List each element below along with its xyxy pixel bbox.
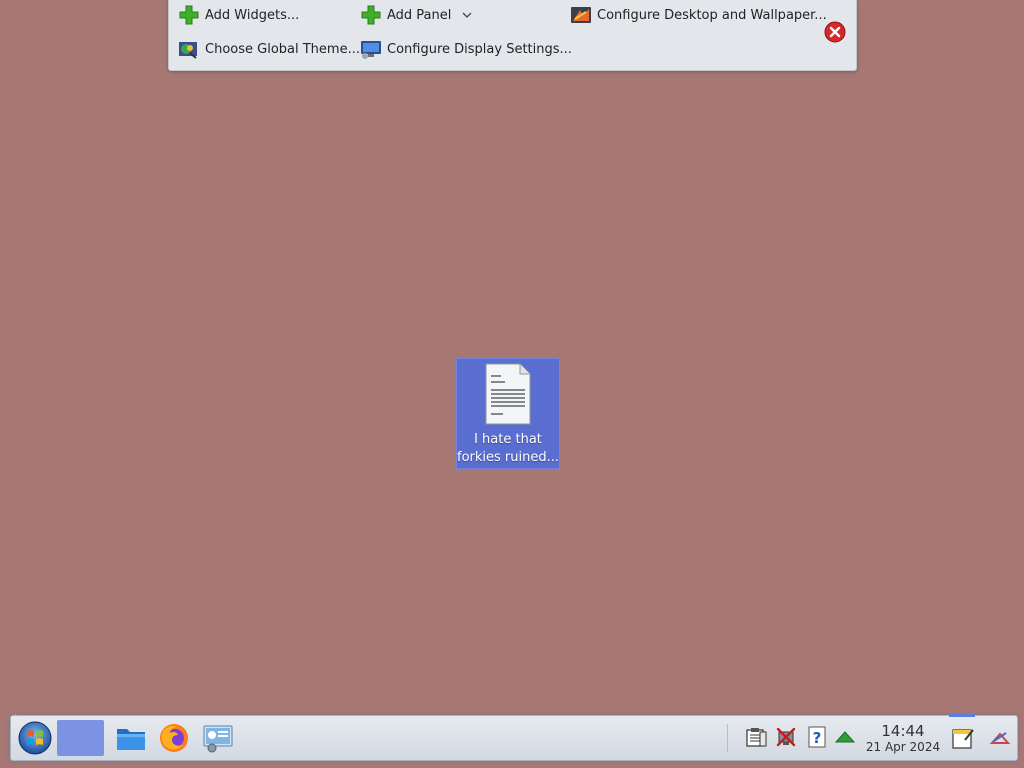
digital-clock[interactable]: 14:44 21 Apr 2024 (863, 723, 943, 755)
chevron-down-icon (462, 12, 472, 18)
add-widgets-label: Add Widgets... (205, 7, 300, 23)
start-menu-icon (18, 721, 52, 755)
panel-config-button[interactable] (989, 726, 1011, 748)
theme-icon (178, 38, 200, 60)
firefox-icon (160, 724, 188, 752)
updates-tray-button[interactable] (834, 726, 856, 748)
notes-icon (952, 729, 974, 749)
desktop-edit-toolbar: Add Widgets... Add Panel Configure Deskt… (168, 0, 857, 71)
taskbar-panel: ? 14:44 21 Apr 2024 (10, 714, 1018, 761)
desktop-wallpaper-icon (570, 4, 592, 26)
folder-icon (117, 729, 145, 750)
display-icon (360, 38, 382, 60)
desktop-file-icon[interactable]: I hate that forkies ruined... (456, 358, 560, 469)
clock-date: 21 Apr 2024 (865, 740, 941, 754)
updates-icon (834, 731, 856, 743)
help-tray-button[interactable]: ? (806, 726, 828, 748)
network-disconnected-icon (776, 727, 796, 747)
system-settings-launcher[interactable] (202, 722, 234, 754)
text-file-icon (483, 362, 533, 430)
help-icon: ? (808, 726, 826, 748)
close-edit-mode-button[interactable] (824, 21, 846, 43)
panel-config-icon (989, 732, 1011, 744)
configure-display-label: Configure Display Settings... (387, 41, 572, 57)
add-widgets-button[interactable]: Add Widgets... (178, 2, 299, 28)
clipboard-tray-button[interactable] (745, 726, 767, 748)
file-label-line-2: forkies ruined... (457, 450, 560, 465)
configure-display-button[interactable]: Configure Display Settings... (360, 36, 572, 62)
plus-icon (178, 4, 200, 26)
configure-desktop-label: Configure Desktop and Wallpaper... (597, 7, 827, 23)
system-settings-icon (203, 725, 233, 753)
clock-time: 14:44 (881, 722, 925, 740)
notes-tray-button[interactable] (951, 726, 974, 749)
add-panel-label: Add Panel (387, 7, 452, 23)
clipboard-icon (746, 728, 767, 747)
start-menu-button[interactable] (17, 720, 53, 756)
choose-global-theme-button[interactable]: Choose Global Theme... (178, 36, 360, 62)
active-task-button[interactable] (57, 720, 104, 756)
firefox-launcher[interactable] (158, 722, 190, 754)
choose-global-theme-label: Choose Global Theme... (205, 41, 360, 57)
add-panel-button[interactable]: Add Panel (360, 2, 472, 28)
plus-icon (360, 4, 382, 26)
panel-tab-indicator (949, 714, 975, 717)
network-tray-button[interactable] (775, 726, 797, 748)
tray-separator (727, 724, 728, 752)
close-icon (824, 21, 846, 43)
file-label-line-1: I hate that (474, 432, 542, 447)
file-manager-launcher[interactable] (115, 722, 147, 754)
configure-desktop-button[interactable]: Configure Desktop and Wallpaper... (570, 2, 827, 28)
svg-text:?: ? (813, 729, 822, 747)
